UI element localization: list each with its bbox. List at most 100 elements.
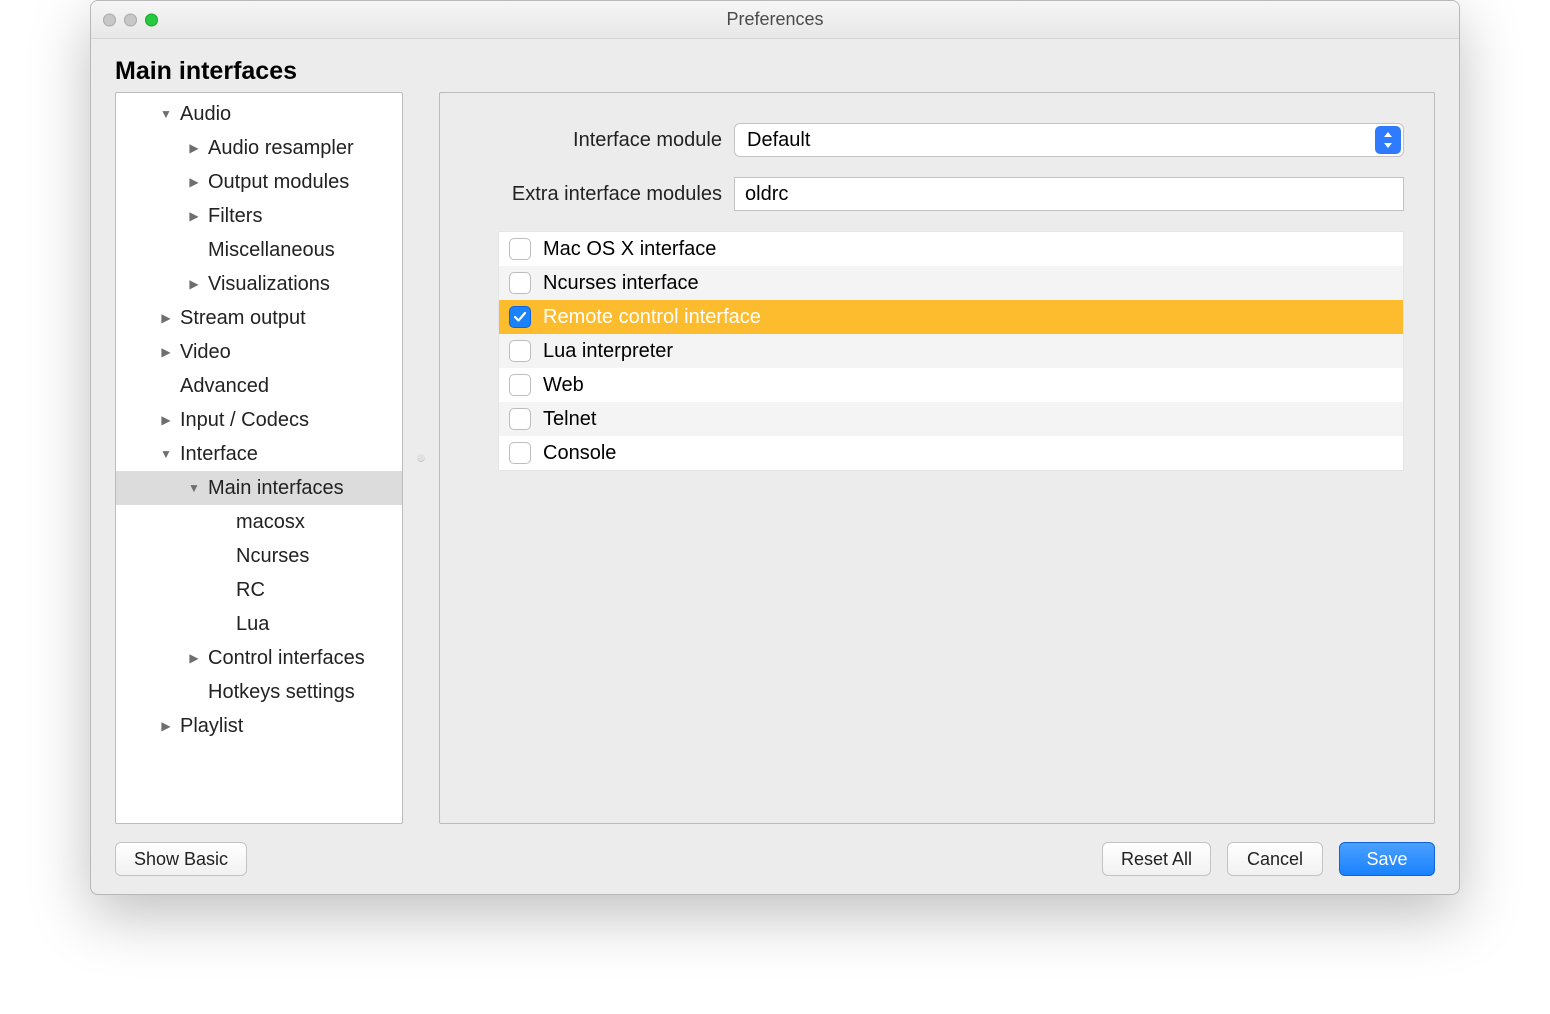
module-checkbox[interactable]: [509, 340, 531, 362]
module-row[interactable]: Console: [499, 436, 1403, 470]
tree-item[interactable]: ▶ Control interfaces: [116, 641, 402, 675]
chevron-right-icon[interactable]: ▶: [186, 651, 202, 665]
minimize-icon[interactable]: [124, 13, 137, 26]
zoom-icon[interactable]: [145, 13, 158, 26]
tree-item-label: Output modules: [208, 171, 392, 194]
tree-item-label: Playlist: [180, 715, 392, 738]
module-label: Mac OS X interface: [543, 238, 716, 261]
tree-item[interactable]: ▶ Video: [116, 335, 402, 369]
interface-module-row: Interface module Default: [470, 123, 1404, 157]
tree-item-label: Audio: [180, 103, 392, 126]
module-label: Telnet: [543, 408, 596, 431]
reset-all-button[interactable]: Reset All: [1102, 842, 1211, 876]
chevron-right-icon[interactable]: ▶: [186, 175, 202, 189]
tree-item[interactable]: ▶ Output modules: [116, 165, 402, 199]
split-view: ▼ Audio ▶ Audio resampler ▶ Output modules ▶ Fi…: [115, 92, 1435, 824]
tree-item[interactable]: ▶Miscellaneous: [116, 233, 402, 267]
module-row[interactable]: Lua interpreter: [499, 334, 1403, 368]
chevron-up-down-icon: [1375, 126, 1401, 154]
tree-item[interactable]: ▶Ncurses: [116, 539, 402, 573]
chevron-right-icon[interactable]: ▶: [158, 311, 174, 325]
cancel-label: Cancel: [1247, 849, 1303, 870]
interface-module-label: Interface module: [470, 129, 722, 152]
show-basic-label: Show Basic: [134, 849, 228, 870]
tree-item-label: macosx: [236, 511, 392, 534]
window-controls: [103, 13, 158, 26]
extra-modules-input[interactable]: [734, 177, 1404, 211]
module-label: Lua interpreter: [543, 340, 673, 363]
module-label: Web: [543, 374, 584, 397]
preferences-window: Preferences Main interfaces ▼ Audio ▶ Audio…: [90, 0, 1460, 895]
tree-item[interactable]: ▶Hotkeys settings: [116, 675, 402, 709]
tree-item[interactable]: ▼ Audio: [116, 97, 402, 131]
tree-item-label: Interface: [180, 443, 392, 466]
module-checkbox[interactable]: [509, 408, 531, 430]
tree-item[interactable]: ▼ Main interfaces: [116, 471, 402, 505]
extra-modules-label: Extra interface modules: [470, 183, 722, 206]
tree-item-label: Hotkeys settings: [208, 681, 392, 704]
chevron-down-icon[interactable]: ▼: [158, 447, 174, 461]
chevron-down-icon[interactable]: ▼: [158, 107, 174, 121]
tree-item[interactable]: ▶ Visualizations: [116, 267, 402, 301]
module-checkbox[interactable]: [509, 442, 531, 464]
reset-all-label: Reset All: [1121, 849, 1192, 870]
tree-item-label: Stream output: [180, 307, 392, 330]
module-checkbox[interactable]: [509, 306, 531, 328]
module-label: Ncurses interface: [543, 272, 699, 295]
chevron-right-icon[interactable]: ▶: [186, 141, 202, 155]
split-dimple-icon: [417, 454, 425, 462]
settings-panel: Interface module Default Extra interface…: [439, 92, 1435, 824]
tree-item[interactable]: ▶ Input / Codecs: [116, 403, 402, 437]
tree-item-label: Input / Codecs: [180, 409, 392, 432]
module-checkbox[interactable]: [509, 238, 531, 260]
tree-item-label: RC: [236, 579, 392, 602]
chevron-right-icon[interactable]: ▶: [158, 345, 174, 359]
tree-item-label: Main interfaces: [208, 477, 392, 500]
panel-title: Main interfaces: [115, 57, 1435, 86]
module-row[interactable]: Web: [499, 368, 1403, 402]
tree-item-label: Visualizations: [208, 273, 392, 296]
save-label: Save: [1366, 849, 1407, 870]
footer: Show Basic Reset All Cancel Save: [91, 824, 1459, 894]
tree-item[interactable]: ▶ Filters: [116, 199, 402, 233]
module-checkbox[interactable]: [509, 374, 531, 396]
save-button[interactable]: Save: [1339, 842, 1435, 876]
window-title: Preferences: [103, 9, 1447, 30]
modules-checklist: Mac OS X interface Ncurses interface Remot…: [498, 231, 1404, 471]
tree-item[interactable]: ▶ Audio resampler: [116, 131, 402, 165]
chevron-right-icon[interactable]: ▶: [158, 413, 174, 427]
chevron-down-icon[interactable]: ▼: [186, 481, 202, 495]
module-row[interactable]: Ncurses interface: [499, 266, 1403, 300]
chevron-right-icon[interactable]: ▶: [186, 277, 202, 291]
tree-item-label: Filters: [208, 205, 392, 228]
titlebar: Preferences: [91, 1, 1459, 39]
interface-module-select[interactable]: Default: [734, 123, 1404, 157]
tree-item[interactable]: ▶Advanced: [116, 369, 402, 403]
split-handle[interactable]: [417, 92, 425, 824]
interface-module-value: Default: [747, 129, 810, 152]
tree-item[interactable]: ▶ Stream output: [116, 301, 402, 335]
close-icon[interactable]: [103, 13, 116, 26]
tree-item[interactable]: ▶RC: [116, 573, 402, 607]
module-row[interactable]: Remote control interface: [499, 300, 1403, 334]
chevron-right-icon[interactable]: ▶: [158, 719, 174, 733]
module-row[interactable]: Telnet: [499, 402, 1403, 436]
tree-item-label: Ncurses: [236, 545, 392, 568]
show-basic-button[interactable]: Show Basic: [115, 842, 247, 876]
content: Main interfaces ▼ Audio ▶ Audio resampler ▶ O…: [91, 39, 1459, 824]
extra-modules-row: Extra interface modules: [470, 177, 1404, 211]
tree-item[interactable]: ▶ Playlist: [116, 709, 402, 743]
tree-item-label: Audio resampler: [208, 137, 392, 160]
tree-item-label: Video: [180, 341, 392, 364]
category-tree[interactable]: ▼ Audio ▶ Audio resampler ▶ Output modules ▶ Fi…: [115, 92, 403, 824]
tree-item-label: Advanced: [180, 375, 392, 398]
module-label: Console: [543, 442, 616, 465]
module-row[interactable]: Mac OS X interface: [499, 232, 1403, 266]
tree-item-label: Control interfaces: [208, 647, 392, 670]
chevron-right-icon[interactable]: ▶: [186, 209, 202, 223]
module-checkbox[interactable]: [509, 272, 531, 294]
cancel-button[interactable]: Cancel: [1227, 842, 1323, 876]
tree-item[interactable]: ▶macosx: [116, 505, 402, 539]
tree-item[interactable]: ▶Lua: [116, 607, 402, 641]
tree-item[interactable]: ▼ Interface: [116, 437, 402, 471]
